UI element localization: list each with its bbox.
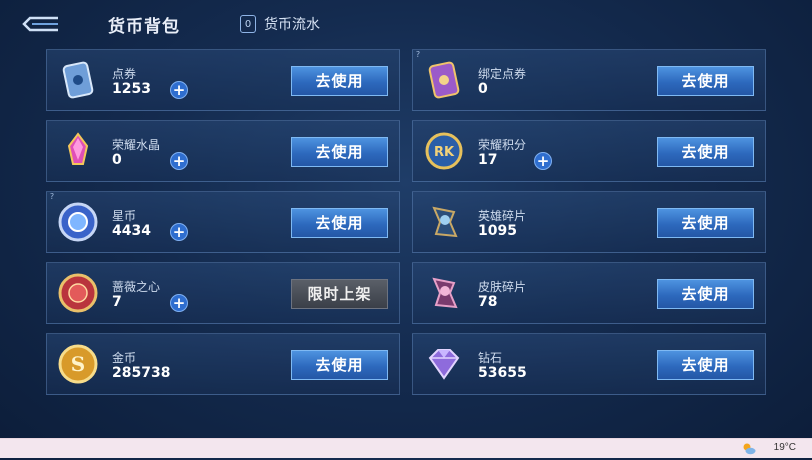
- currency-name: 钻石: [478, 351, 503, 365]
- system-taskbar: 19°C: [0, 438, 812, 458]
- currency-name: 荣耀积分: [478, 138, 527, 152]
- currency-name: 皮肤碎片: [478, 280, 527, 294]
- currency-amount: 0: [478, 81, 488, 97]
- currency-name: 蔷薇之心: [112, 280, 161, 294]
- currency-amount: 17: [478, 152, 498, 168]
- currency-card-bound-voucher: ? 绑定点券 0 去使用: [412, 49, 766, 111]
- use-button[interactable]: 去使用: [657, 137, 754, 167]
- currency-amount: 4434: [112, 223, 151, 239]
- star-coin-icon: [57, 201, 99, 243]
- use-button[interactable]: 去使用: [657, 66, 754, 96]
- help-icon[interactable]: ?: [47, 192, 57, 202]
- use-button[interactable]: 去使用: [291, 137, 388, 167]
- currency-name: 绑定点券: [478, 67, 527, 81]
- currency-amount: 1095: [478, 223, 517, 239]
- currency-card-hero-fragment: 英雄碎片 1095 去使用: [412, 191, 766, 253]
- currency-grid: 点券 1253 + 去使用 ? 绑定点券 0 去使用 荣耀水晶 0 + 去使用 …: [46, 49, 766, 395]
- limited-time-button[interactable]: 限时上架: [291, 279, 388, 309]
- add-button[interactable]: +: [534, 152, 552, 170]
- glory-points-icon: RK: [423, 130, 465, 172]
- use-button[interactable]: 去使用: [291, 208, 388, 238]
- skin-fragment-icon: [423, 272, 465, 314]
- back-button[interactable]: [18, 12, 62, 36]
- currency-flow-label: 货币流水: [264, 17, 320, 33]
- currency-name: 点券: [112, 67, 137, 81]
- currency-amount: 7: [112, 294, 122, 310]
- currency-card-star-coin: ? 星币 4434 + 去使用: [46, 191, 400, 253]
- hero-fragment-icon: [423, 201, 465, 243]
- currency-card-rose-heart: 蔷薇之心 7 + 限时上架: [46, 262, 400, 324]
- currency-amount: 1253: [112, 81, 151, 97]
- bound-voucher-icon: [423, 59, 465, 101]
- temperature-label: 19°C: [773, 442, 796, 453]
- voucher-icon: [57, 59, 99, 101]
- currency-name: 荣耀水晶: [112, 138, 161, 152]
- currency-card-voucher: 点券 1253 + 去使用: [46, 49, 400, 111]
- use-button[interactable]: 去使用: [291, 66, 388, 96]
- top-bar: 货币背包 0 货币流水: [0, 0, 812, 48]
- gold-coin-icon: S: [57, 343, 99, 385]
- add-button[interactable]: +: [170, 81, 188, 99]
- document-icon: 0: [240, 15, 256, 33]
- currency-amount: 285738: [112, 365, 171, 381]
- rose-heart-icon: [57, 272, 99, 314]
- currency-amount: 0: [112, 152, 122, 168]
- add-button[interactable]: +: [170, 152, 188, 170]
- help-icon[interactable]: ?: [413, 50, 423, 60]
- page-title: 货币背包: [108, 17, 180, 37]
- svg-text:S: S: [71, 352, 85, 376]
- use-button[interactable]: 去使用: [657, 279, 754, 309]
- currency-name: 星币: [112, 209, 137, 223]
- crystal-icon: [57, 130, 99, 172]
- currency-card-glory-points: RK 荣耀积分 17 + 去使用: [412, 120, 766, 182]
- use-button[interactable]: 去使用: [657, 350, 754, 380]
- weather-icon[interactable]: [742, 441, 756, 455]
- back-arrow-icon: [22, 16, 58, 32]
- svg-text:RK: RK: [434, 145, 455, 160]
- add-button[interactable]: +: [170, 223, 188, 241]
- use-button[interactable]: 去使用: [657, 208, 754, 238]
- add-button[interactable]: +: [170, 294, 188, 312]
- currency-amount: 78: [478, 294, 498, 310]
- diamond-icon: [423, 343, 465, 385]
- currency-name: 金币: [112, 351, 137, 365]
- currency-card-skin-fragment: 皮肤碎片 78 去使用: [412, 262, 766, 324]
- currency-name: 英雄碎片: [478, 209, 527, 223]
- currency-card-diamond: 钻石 53655 去使用: [412, 333, 766, 395]
- currency-card-glory-crystal: 荣耀水晶 0 + 去使用: [46, 120, 400, 182]
- currency-amount: 53655: [478, 365, 527, 381]
- currency-card-gold: S 金币 285738 去使用: [46, 333, 400, 395]
- currency-flow-link[interactable]: 0 货币流水: [240, 14, 320, 34]
- use-button[interactable]: 去使用: [291, 350, 388, 380]
